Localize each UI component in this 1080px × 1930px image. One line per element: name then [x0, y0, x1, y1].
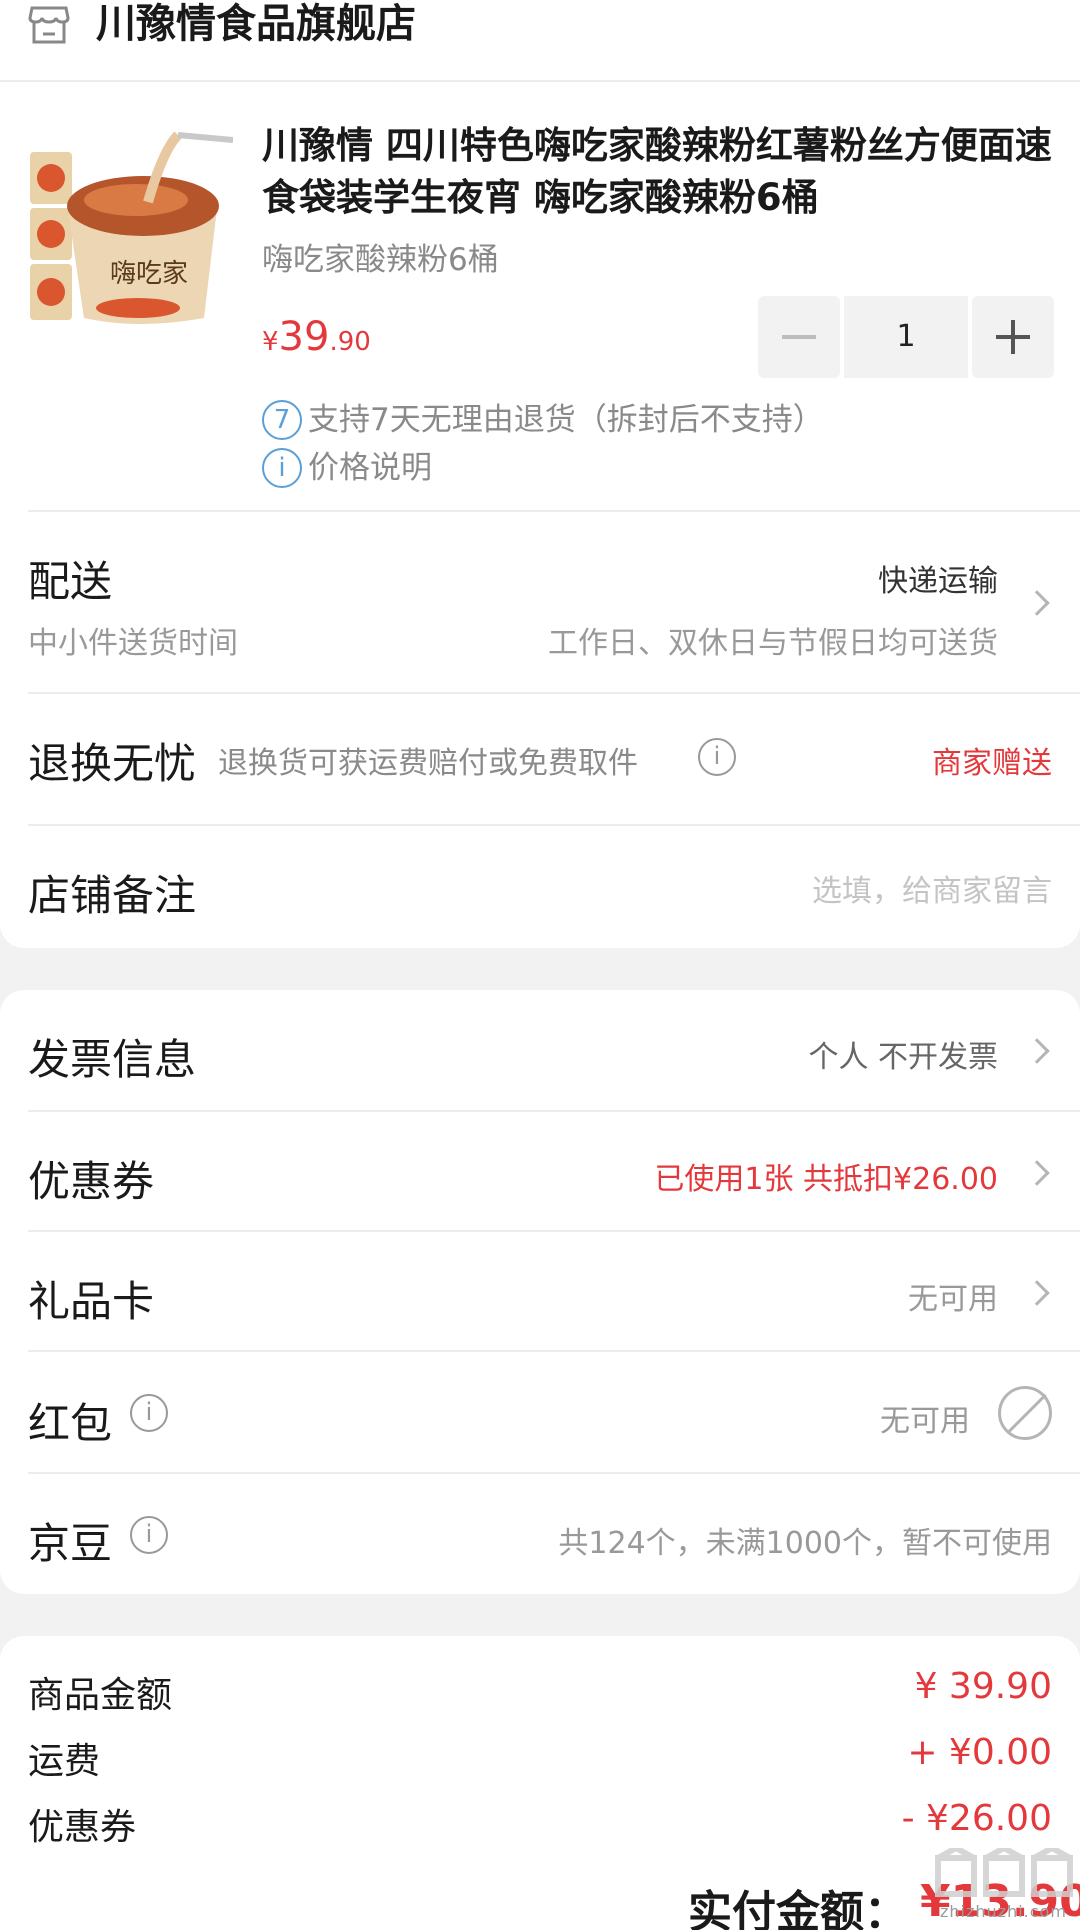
watermark-text: zhizhuzhi.com	[940, 1902, 1067, 1921]
svg-text:嗨吃家: 嗨吃家	[110, 259, 188, 289]
price-decimal: .90	[329, 327, 371, 357]
divider	[28, 510, 1080, 512]
returns-value: 商家赠送	[932, 746, 1052, 781]
summary-shipping-label: 运费	[28, 1741, 101, 1782]
quantity-input[interactable]: 1	[844, 296, 968, 378]
price-integer: 39	[278, 314, 330, 360]
product-title[interactable]: 川豫情 四川特色嗨吃家酸辣粉红薯粉丝方便面速食袋装学生夜宵 嗨吃家酸辣粉6桶	[262, 120, 1062, 224]
delivery-time-value: 工作日、双休日与节假日均可送货	[548, 626, 998, 661]
shop-name: 川豫情食品旗舰店	[96, 1, 416, 47]
divider	[28, 1110, 1080, 1112]
divider	[28, 1472, 1080, 1474]
info-icon: i	[262, 447, 302, 488]
shop-header[interactable]: 川豫情食品旗舰店	[0, 0, 1080, 82]
coupon-title: 优惠券	[28, 1157, 155, 1206]
store-icon	[28, 6, 70, 44]
disabled-icon	[998, 1386, 1052, 1440]
giftcard-value: 无可用	[908, 1282, 998, 1317]
info-icon[interactable]: i	[130, 1394, 168, 1432]
total-label: 实付金额：	[688, 1887, 908, 1930]
summary-coupon-value: - ¥26.00	[901, 1798, 1052, 1839]
returns-title: 退换无忧	[28, 739, 197, 788]
product-spec: 嗨吃家酸辣粉6桶	[262, 242, 499, 278]
jingdou-title: 京豆	[28, 1519, 113, 1568]
summary-shipping-value: + ¥0.00	[907, 1732, 1052, 1773]
redpacket-title: 红包	[28, 1399, 113, 1448]
redpacket-value: 无可用	[880, 1404, 970, 1439]
product-price: ¥39.90	[262, 312, 371, 370]
shop-note-input[interactable]: 选填，给商家留言	[812, 866, 1052, 910]
divider	[28, 824, 1080, 826]
summary-goods-value: ¥ 39.90	[914, 1666, 1052, 1707]
return-policy-text: 支持7天无理由退货（拆封后不支持）	[308, 402, 824, 438]
giftcard-title: 礼品卡	[28, 1277, 155, 1326]
divider	[28, 1350, 1080, 1352]
jingdou-value: 共124个，未满1000个，暂不可使用	[558, 1526, 1052, 1561]
invoice-value: 个人 不开发票	[808, 1040, 998, 1075]
return-policy-row[interactable]: 7 支持7天无理由退货（拆封后不支持）	[262, 398, 824, 442]
seven-day-return-icon: 7	[262, 399, 302, 440]
price-explanation-row[interactable]: i 价格说明	[262, 446, 432, 490]
delivery-time-label: 中小件送货时间	[28, 626, 238, 661]
delivery-method: 快递运输	[878, 564, 998, 599]
quantity-stepper[interactable]: 1	[758, 296, 1054, 378]
price-explanation-text: 价格说明	[308, 450, 432, 486]
divider	[28, 692, 1080, 694]
invoice-title: 发票信息	[28, 1035, 197, 1084]
product-thumbnail[interactable]: 嗨吃家	[28, 130, 233, 335]
price-currency: ¥	[262, 327, 279, 357]
returns-desc: 退换货可获运费赔付或免费取件	[218, 746, 638, 781]
shop-note-title: 店铺备注	[28, 871, 197, 920]
summary-goods-label: 商品金额	[28, 1675, 173, 1716]
decrease-quantity-button[interactable]	[758, 296, 840, 378]
info-icon[interactable]: i	[698, 738, 736, 776]
increase-quantity-button[interactable]	[972, 296, 1054, 378]
summary-coupon-label: 优惠券	[28, 1807, 137, 1848]
info-icon[interactable]: i	[130, 1516, 168, 1554]
coupon-value: 已使用1张 共抵扣¥26.00	[654, 1162, 998, 1197]
divider	[28, 1230, 1080, 1232]
delivery-title: 配送	[28, 557, 113, 606]
